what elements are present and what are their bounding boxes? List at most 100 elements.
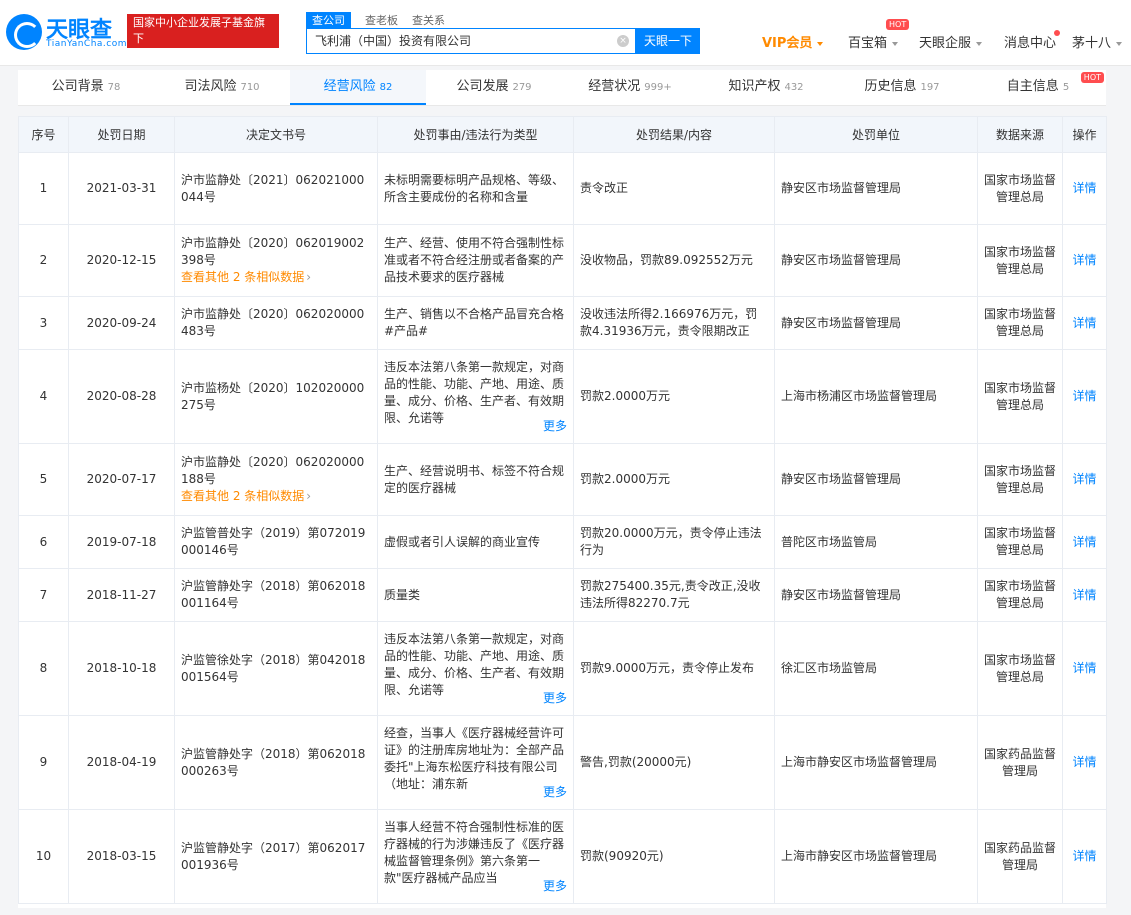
tianyancha-logo-icon[interactable] [6,14,42,50]
chevron-right-icon: › [306,270,312,284]
detail-cell: 详情 [1062,349,1107,444]
vip-link[interactable]: VIP会员 [762,32,824,51]
tab-label: 公司发展 [456,79,509,94]
tab-self-info[interactable]: 自主信息 5 HOT [970,70,1106,105]
detail-cell: 详情 [1062,568,1107,622]
admin-penalty-table: 序号 处罚日期 决定文书号 处罚事由/违法行为类型 处罚结果/内容 处罚单位 数… [18,116,1107,904]
doc-number: 沪市监杨处〔2020〕102020000275号 [181,380,365,412]
nav-baibaoxiang[interactable]: 百宝箱 [848,32,899,51]
penalty-unit: 静安区市场监督管理局 [774,568,978,622]
penalty-date: 2021-03-31 [68,152,175,225]
search-tab-company[interactable]: 查公司 [306,12,351,28]
search-input[interactable]: 飞利浦（中国）投资有限公司 × [306,28,636,54]
detail-cell: 详情 [1062,443,1107,516]
tab-count: 78 [107,82,121,93]
doc-number: 沪监管静处字（2018）第062018001164号 [181,579,366,610]
data-source: 国家药品监督管理局 [977,715,1063,810]
penalty-result: 罚款9.0000万元，责令停止发布 [573,621,775,716]
doc-number: 沪市监静处〔2020〕062019002398号 [181,236,365,267]
table-row: 1 2021-03-31 沪市监静处〔2021〕062021000044号 未标明需要… [18,152,1107,225]
user-menu[interactable]: 茅十八 [1072,32,1123,51]
doc-number-cell: 沪市监杨处〔2020〕102020000275号 [174,349,378,444]
badge-line-2: 官方备案企业征信机构 [133,48,243,61]
detail-link[interactable]: 详情 [1072,588,1096,602]
data-source: 国家药品监督管理局 [977,809,1063,904]
table-row: 10 2018-03-15 沪监管静处字（2017）第062017001936号 当事… [18,809,1107,904]
detail-cell: 详情 [1062,152,1107,225]
tab-history[interactable]: 历史信息 197 [834,70,970,105]
detail-cell: 详情 [1062,224,1107,297]
column-header: 决定文书号 [174,116,378,153]
penalty-result: 警告,罚款(20000元) [573,715,775,810]
tab-company-development[interactable]: 公司发展 279 [426,70,562,105]
penalty-result: 罚款2.0000万元 [573,349,775,444]
penalty-date: 2020-12-15 [68,224,175,297]
detail-link[interactable]: 详情 [1072,755,1096,769]
detail-link[interactable]: 详情 [1072,389,1096,403]
nav-qiye[interactable]: 天眼企服 [919,32,983,51]
table-row: 5 2020-07-17 沪市监静处〔2020〕062020000188号 查看其他 … [18,443,1107,516]
similar-data-label: 查看其他 2 条相似数据 [181,270,305,284]
more-link[interactable]: 更多 [538,417,567,435]
detail-link[interactable]: 详情 [1072,535,1096,549]
clear-icon[interactable]: × [617,35,629,47]
search-input-value: 飞利浦（中国）投资有限公司 [315,34,472,48]
detail-link[interactable]: 详情 [1072,849,1096,863]
tab-count: 279 [512,82,532,93]
reason-text: 未标明需要标明产品规格、等级、所含主要成份的名称和含量 [384,172,565,204]
column-header: 处罚结果/内容 [573,116,775,153]
tab-intellectual-property[interactable]: 知识产权 432 [698,70,834,105]
row-number: 2 [18,224,69,297]
row-number: 3 [18,296,69,350]
row-number: 7 [18,568,69,622]
doc-number: 沪市监静处〔2020〕062020000483号 [181,307,365,338]
more-link[interactable]: 更多 [538,877,567,895]
doc-number-cell: 沪市监静处〔2020〕062020000188号查看其他 2 条相似数据 › [174,443,378,516]
tab-operating-risk[interactable]: 经营风险 82 [290,70,426,105]
detail-cell: 详情 [1062,809,1107,904]
tab-company-background[interactable]: 公司背景 78 [18,70,154,105]
tab-business-status[interactable]: 经营状况 999+ [562,70,698,105]
similar-data-link[interactable]: 查看其他 2 条相似数据 › [181,488,371,505]
more-link[interactable]: 更多 [538,689,567,707]
penalty-result: 罚款275400.35元,责令改正,没收违法所得82270.7元 [573,568,775,622]
table-row: 3 2020-09-24 沪市监静处〔2020〕062020000483号 生产、销售… [18,296,1107,350]
detail-link[interactable]: 详情 [1072,661,1096,675]
detail-link[interactable]: 详情 [1072,181,1096,195]
search-tab-relation[interactable]: 查关系 [412,12,445,28]
doc-number: 沪市监静处〔2020〕062020000188号 [181,455,365,486]
data-source: 国家市场监督管理总局 [977,568,1063,622]
row-number: 1 [18,152,69,225]
reason-cell: 违反本法第八条第一款规定，对商品的性能、功能、产地、用途、质量、成分、价格、生产… [377,349,574,444]
tab-label: 知识产权 [728,79,781,94]
similar-data-link[interactable]: 查看其他 2 条相似数据 › [181,269,371,286]
user-name: 茅十八 [1072,36,1112,51]
penalty-result: 罚款(90920元) [573,809,775,904]
tab-count: 197 [920,82,940,93]
table-row: 8 2018-10-18 沪监管徐处字（2018）第042018001564号 违反本… [18,621,1107,716]
detail-link[interactable]: 详情 [1072,472,1096,486]
detail-link[interactable]: 详情 [1072,316,1096,330]
penalty-result: 没收违法所得2.166976万元，罚款4.31936万元，责令限期改正 [573,296,775,350]
search-button[interactable]: 天眼一下 [636,28,700,54]
penalty-result: 罚款2.0000万元 [573,443,775,516]
detail-cell: 详情 [1062,621,1107,716]
reason-cell: 未标明需要标明产品规格、等级、所含主要成份的名称和含量 [377,152,574,225]
penalty-unit: 上海市静安区市场监督管理局 [774,715,978,810]
reason-cell: 经查，当事人《医疗器械经营许可证》的注册库房地址为：全部产品委托"上海东松医疗科… [377,715,574,810]
tab-label: 历史信息 [864,79,917,94]
reason-cell: 当事人经营不符合强制性标准的医疗器械的行为涉嫌违反了《医疗器械监督管理条例》第六… [377,809,574,904]
hot-badge: HOT [1080,72,1104,83]
reason-text: 生产、经营说明书、标签不符合规定的医疗器械 [384,463,565,495]
row-number: 5 [18,443,69,516]
tab-judicial-risk[interactable]: 司法风险 710 [154,70,290,105]
search-tab-boss[interactable]: 查老板 [365,12,398,28]
more-link[interactable]: 更多 [538,783,567,801]
nav-message-center[interactable]: 消息中心 [1004,32,1056,51]
penalty-date: 2020-08-28 [68,349,175,444]
penalty-unit: 静安区市场监督管理局 [774,296,978,350]
search-type-tabs: 查公司 查老板 查关系 [306,12,459,28]
doc-number: 沪监管徐处字（2018）第042018001564号 [181,652,366,684]
similar-data-label: 查看其他 2 条相似数据 [181,489,305,503]
detail-link[interactable]: 详情 [1072,253,1096,267]
